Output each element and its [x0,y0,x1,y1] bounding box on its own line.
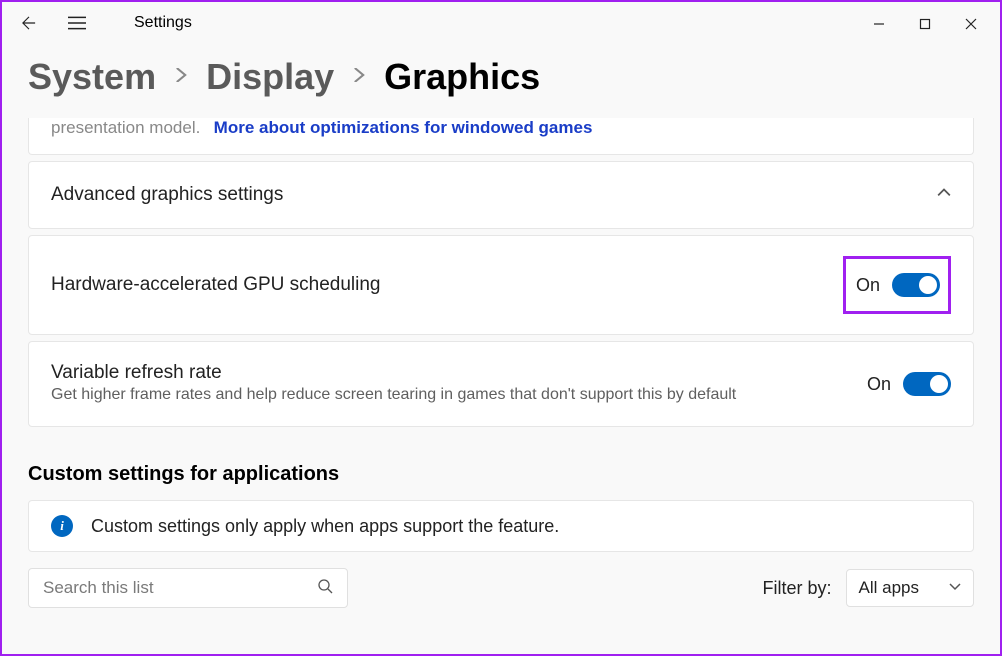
info-banner: i Custom settings only apply when apps s… [28,500,974,552]
chevron-up-icon [937,186,951,205]
minimize-button[interactable] [856,8,902,40]
vrr-label: Variable refresh rate [51,362,736,384]
chevron-down-icon [949,579,961,597]
partial-text: presentation model. [51,118,200,137]
breadcrumb-display[interactable]: Display [206,56,334,98]
filter-dropdown[interactable]: All apps [846,569,974,607]
search-icon [317,578,333,599]
variable-refresh-card: Variable refresh rate Get higher frame r… [28,341,974,427]
back-button[interactable] [20,16,38,30]
close-button[interactable] [948,8,994,40]
advanced-graphics-title: Advanced graphics settings [51,184,283,206]
breadcrumb-graphics: Graphics [384,56,540,98]
breadcrumb: System Display Graphics [2,46,1000,118]
gpu-toggle-state: On [856,275,880,296]
info-text: Custom settings only apply when apps sup… [91,516,559,537]
advanced-graphics-header[interactable]: Advanced graphics settings [29,162,973,228]
hamburger-menu-button[interactable] [68,16,86,30]
vrr-toggle[interactable] [903,372,951,396]
filter-label: Filter by: [763,578,832,599]
advanced-graphics-card: Advanced graphics settings [28,161,974,229]
breadcrumb-system[interactable]: System [28,56,156,98]
gpu-scheduling-label: Hardware-accelerated GPU scheduling [51,274,381,296]
more-about-optimizations-link[interactable]: More about optimizations for windowed ga… [214,118,593,137]
search-input[interactable]: Search this list [28,568,348,608]
gpu-scheduling-card: Hardware-accelerated GPU scheduling On [28,235,974,335]
vrr-toggle-state: On [867,374,891,395]
maximize-button[interactable] [902,8,948,40]
custom-settings-heading: Custom settings for applications [28,433,974,500]
search-placeholder: Search this list [43,578,154,598]
vrr-description: Get higher frame rates and help reduce s… [51,384,736,406]
highlighted-gpu-toggle: On [843,256,951,314]
filter-value: All apps [859,578,919,598]
chevron-right-icon [174,68,188,87]
app-title: Settings [134,14,192,32]
chevron-right-icon [352,68,366,87]
gpu-scheduling-toggle[interactable] [892,273,940,297]
info-icon: i [51,515,73,537]
windowed-games-card-partial: presentation model. More about optimizat… [28,118,974,155]
